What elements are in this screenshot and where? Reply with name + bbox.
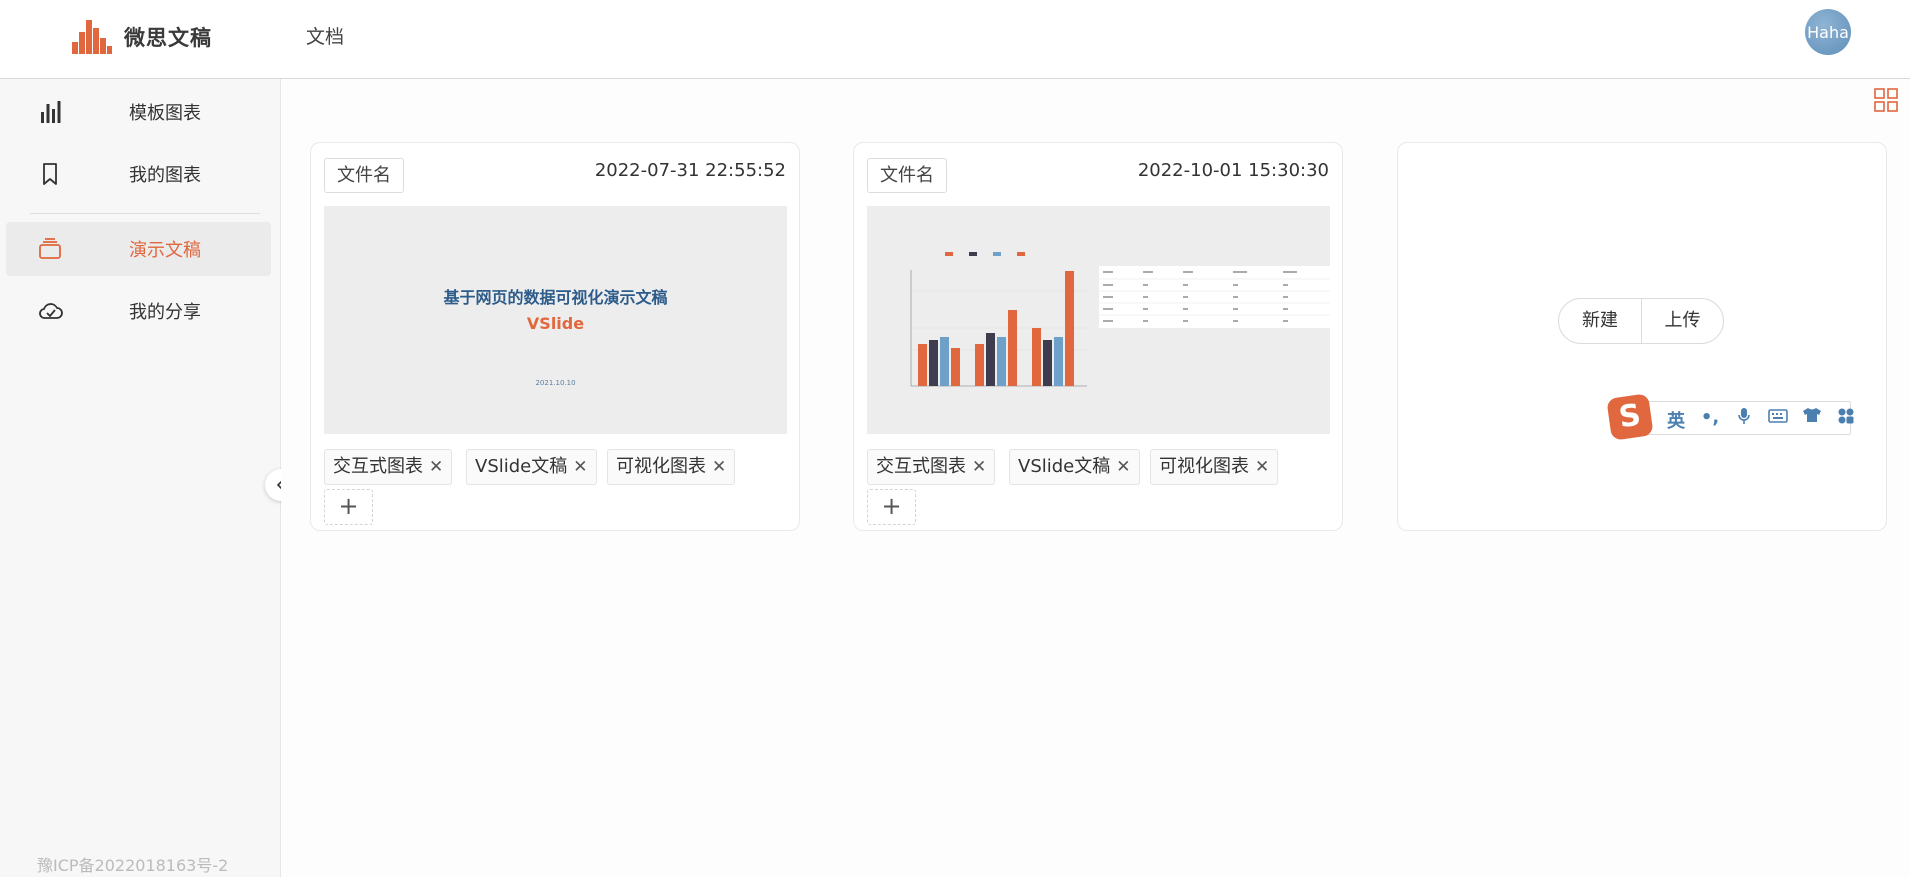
new-button[interactable]: 新建 xyxy=(1559,299,1641,343)
sidebar-item-my-shares[interactable]: 我的分享 xyxy=(6,284,271,338)
slides-stack-icon xyxy=(38,237,62,261)
sidebar-item-my-charts[interactable]: 我的图表 xyxy=(6,147,271,201)
thumbnail-title: 基于网页的数据可视化演示文稿 xyxy=(443,288,668,307)
tag: 可视化图表 ✕ xyxy=(607,449,736,485)
icp-footer[interactable]: 豫ICP备2022018163号-2 xyxy=(37,852,228,876)
top-header: 微思文稿 文档 Haha xyxy=(0,0,1910,79)
filename-field[interactable]: 文件名 xyxy=(324,158,404,193)
brand-name: 微思文稿 xyxy=(124,26,212,50)
sidebar: 模板图表 我的图表 演示文稿 我的分享 豫ICP备2022018163号-2 xyxy=(0,79,281,877)
filename-field[interactable]: 文件名 xyxy=(867,158,947,193)
punctuation-icon[interactable]: •, xyxy=(1699,407,1721,433)
close-icon[interactable]: ✕ xyxy=(1116,450,1130,484)
close-icon[interactable]: ✕ xyxy=(573,450,587,484)
add-tag-button[interactable]: + xyxy=(867,489,916,525)
close-icon[interactable]: ✕ xyxy=(712,450,726,484)
ime-mode-label[interactable]: 英 xyxy=(1665,407,1687,433)
sidebar-item-label: 模板图表 xyxy=(129,103,201,124)
apps-icon[interactable] xyxy=(1835,407,1857,433)
tag-label: 交互式图表 xyxy=(876,456,966,477)
tag-label: 可视化图表 xyxy=(616,456,706,477)
new-upload-button-group: 新建 上传 xyxy=(1558,298,1724,344)
ime-logo-icon: S xyxy=(1606,393,1654,441)
sidebar-item-template-charts[interactable]: 模板图表 xyxy=(6,85,271,139)
skin-shirt-icon[interactable] xyxy=(1801,407,1823,433)
bookmark-icon xyxy=(38,162,62,186)
ime-items: 英 •, xyxy=(1665,407,1857,433)
bar-chart-icon xyxy=(38,100,62,124)
new-presentation-card: 新建 上传 xyxy=(1397,142,1887,531)
microphone-icon[interactable] xyxy=(1733,407,1755,433)
card-date: 2022-07-31 22:55:52 xyxy=(594,160,786,181)
sidebar-item-label: 我的图表 xyxy=(129,165,201,186)
card-date: 2022-10-01 15:30:30 xyxy=(1137,160,1329,181)
logo-icon xyxy=(72,18,112,54)
avatar[interactable]: Haha xyxy=(1805,9,1851,55)
upload-button[interactable]: 上传 xyxy=(1641,299,1723,343)
grid-view-icon[interactable] xyxy=(1873,87,1899,113)
nav-docs-link[interactable]: 文档 xyxy=(306,22,344,49)
presentation-thumbnail[interactable] xyxy=(867,206,1330,434)
close-icon[interactable]: ✕ xyxy=(429,450,443,484)
tag: 交互式图表 ✕ xyxy=(324,449,453,485)
tag-label: 可视化图表 xyxy=(1159,456,1249,477)
close-icon[interactable]: ✕ xyxy=(972,450,986,484)
presentation-card: 文件名 2022-10-01 15:30:30 交互式图表 ✕ VSlide文稿… xyxy=(853,142,1343,531)
close-icon[interactable]: ✕ xyxy=(1255,450,1269,484)
add-tag-button[interactable]: + xyxy=(324,489,373,525)
keyboard-icon[interactable] xyxy=(1767,407,1789,433)
presentation-thumbnail[interactable]: 基于网页的数据可视化演示文稿 VSlide 2021.10.10 xyxy=(324,206,787,434)
main-content: 文件名 2022-07-31 22:55:52 基于网页的数据可视化演示文稿 V… xyxy=(281,79,1910,877)
sidebar-item-label: 我的分享 xyxy=(129,302,201,323)
tag: 交互式图表 ✕ xyxy=(867,449,996,485)
tag-label: 交互式图表 xyxy=(333,456,423,477)
sidebar-item-label: 演示文稿 xyxy=(129,240,201,261)
chart-thumbnail-graphic xyxy=(910,252,1330,387)
tag: 可视化图表 ✕ xyxy=(1150,449,1279,485)
tag-label: VSlide文稿 xyxy=(475,456,568,477)
tag: VSlide文稿 ✕ xyxy=(466,449,597,485)
sidebar-divider xyxy=(30,213,260,214)
tag: VSlide文稿 ✕ xyxy=(1009,449,1140,485)
cloud-check-icon xyxy=(38,299,63,323)
thumbnail-subtitle: VSlide xyxy=(526,314,585,333)
tag-label: VSlide文稿 xyxy=(1018,456,1111,477)
ime-toolbar[interactable]: S 英 •, xyxy=(1606,393,1854,441)
sidebar-item-presentations[interactable]: 演示文稿 xyxy=(6,222,271,276)
presentation-card: 文件名 2022-07-31 22:55:52 基于网页的数据可视化演示文稿 V… xyxy=(310,142,800,531)
thumbnail-date: 2021.10.10 xyxy=(535,379,576,387)
